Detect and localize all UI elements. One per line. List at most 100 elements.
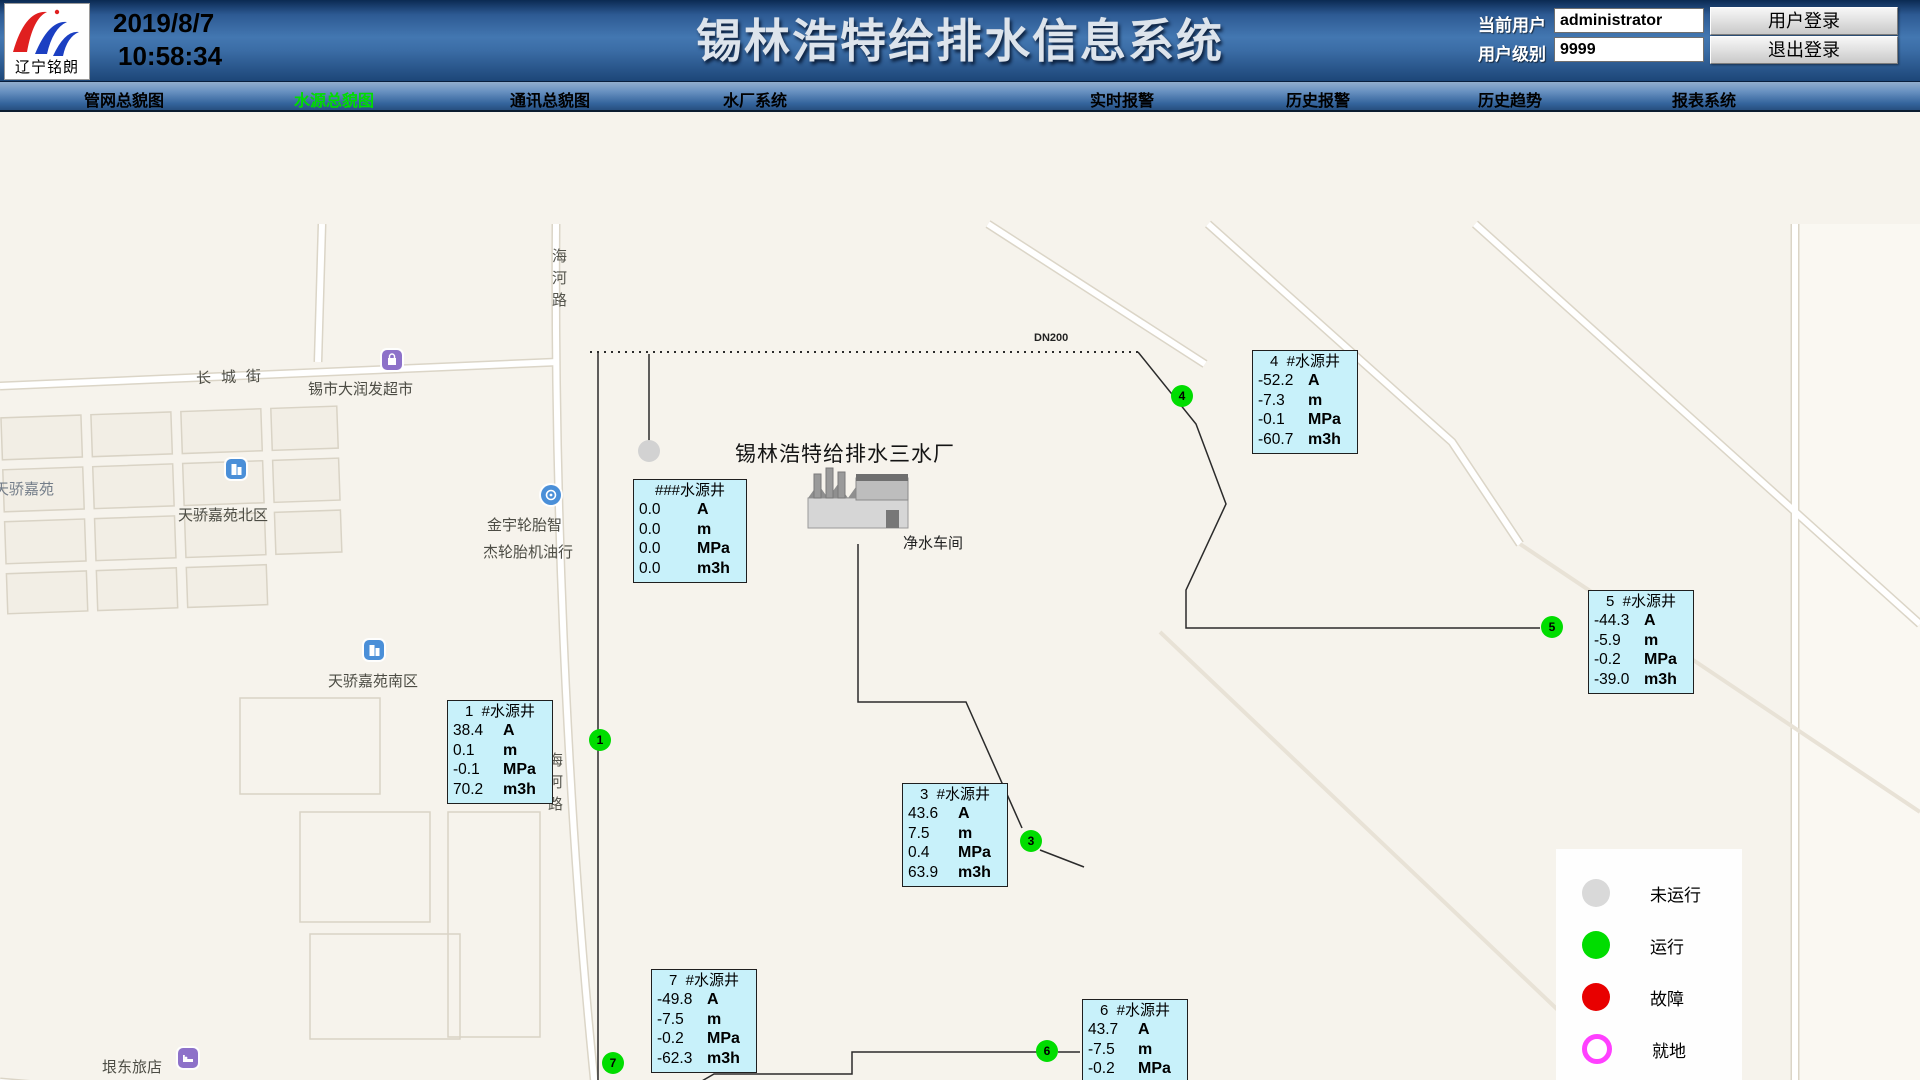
well-value: 0.0 — [639, 559, 697, 579]
legend-row: 故障 — [1582, 971, 1742, 1023]
poi-label-yindong-hotel: 垠东旅店 — [102, 1056, 162, 1077]
well-value: 63.9 — [908, 863, 958, 883]
pipe-diameter-label: DN200 — [1034, 332, 1068, 344]
well-value: 43.6 — [908, 804, 958, 824]
well-marker-stopped[interactable] — [638, 440, 660, 462]
well-data-box-4: 4 #水源井 -52.2A -7.3m -0.1MPa -60.7m3h — [1252, 350, 1358, 454]
well-box-title: 7 #水源井 — [657, 972, 751, 990]
well-unit: m — [1308, 391, 1352, 411]
well-data-box-1: 1 #水源井 38.4A 0.1m -0.1MPa 70.2m3h — [447, 700, 553, 804]
well-value: 0.1 — [453, 741, 503, 761]
app-window: 海河路 海河路 长城街 那达慕大街 锡林浩特烈士陵园 锡市大润发超市 天骄嘉苑 … — [0, 0, 1920, 1080]
nav-item-water-source-overview[interactable]: 水源总貌图 — [294, 87, 374, 111]
area-label-tianjiao: 天骄嘉苑 — [0, 478, 54, 499]
well-unit: m3h — [1644, 670, 1688, 690]
well-unit: m3h — [503, 780, 547, 800]
well-value: -49.8 — [657, 990, 707, 1010]
poi-label-jinyu-line1: 金宇轮胎智 — [487, 514, 562, 535]
date-display: 2019/8/7 — [113, 7, 222, 40]
poi-label-tianjiao-south: 天骄嘉苑南区 — [328, 670, 418, 691]
nav-item-water-plant-system[interactable]: 水厂系统 — [723, 87, 787, 111]
well-value: -7.5 — [657, 1010, 707, 1030]
well-marker-7[interactable]: 7 — [602, 1052, 624, 1074]
well-unit: m3h — [1308, 430, 1352, 450]
well-value: 0.4 — [908, 843, 958, 863]
tire-shop-icon — [541, 485, 561, 505]
logo-text: 辽宁铭朗 — [5, 56, 89, 77]
nav-item-report-system[interactable]: 报表系统 — [1672, 87, 1736, 111]
legend-row: 就地 — [1582, 1023, 1742, 1075]
well-marker-6[interactable]: 6 — [1036, 1040, 1058, 1062]
well-value: 0.0 — [639, 539, 697, 559]
time-display: 10:58:34 — [113, 40, 222, 73]
well-unit: MPa — [958, 843, 1002, 863]
current-user-label: 当前用户 — [1470, 11, 1546, 36]
user-level-label: 用户级别 — [1470, 40, 1546, 65]
well-value: -0.2 — [1594, 650, 1644, 670]
status-dot-stopped — [1582, 879, 1610, 907]
well-unit: m — [707, 1010, 751, 1030]
well-unit: m — [1138, 1040, 1182, 1060]
datetime-display: 2019/8/7 10:58:34 — [113, 7, 222, 73]
plant-room-label: 净水车间 — [903, 532, 963, 553]
well-marker-3[interactable]: 3 — [1020, 830, 1042, 852]
user-level-field[interactable] — [1554, 37, 1704, 62]
shopping-bag-icon — [382, 350, 402, 370]
well-unit: m3h — [707, 1049, 751, 1069]
well-unit: A — [958, 804, 1002, 824]
well-data-box-5: 5 #水源井 -44.3A -5.9m -0.2MPa -39.0m3h — [1588, 590, 1694, 694]
legend-row: 运行 — [1582, 919, 1742, 971]
well-unit: MPa — [503, 760, 547, 780]
status-dot-running — [1582, 931, 1610, 959]
well-value: -60.7 — [1258, 430, 1308, 450]
plant-title: 锡林浩特给排水三水厂 — [735, 438, 955, 468]
map-light-strip — [1799, 224, 1920, 1080]
well-value: -0.2 — [1088, 1059, 1138, 1079]
well-marker-5[interactable]: 5 — [1541, 616, 1563, 638]
well-value: 70.2 — [453, 780, 503, 800]
main-nav-bar: 管网总貌图 水源总貌图 通讯总貌图 水厂系统 实时报警 历史报警 历史趋势 报表… — [0, 82, 1920, 112]
map-canvas[interactable]: 海河路 海河路 长城街 那达慕大街 锡林浩特烈士陵园 锡市大润发超市 天骄嘉苑 … — [0, 112, 1920, 1080]
factory-icon — [808, 468, 908, 528]
well-unit: MPa — [1138, 1059, 1182, 1079]
nav-item-history-alarms[interactable]: 历史报警 — [1286, 87, 1350, 111]
well-unit: m — [697, 520, 741, 540]
building-blocks — [1, 406, 344, 614]
well-value: -39.0 — [1594, 670, 1644, 690]
well-marker-4[interactable]: 4 — [1171, 385, 1193, 407]
well-box-title: 3 #水源井 — [908, 786, 1002, 804]
well-unit: m3h — [697, 559, 741, 579]
poi-label-darunfa: 锡市大润发超市 — [308, 378, 413, 399]
nav-item-communication-overview[interactable]: 通讯总貌图 — [510, 87, 590, 111]
well-box-title: 1 #水源井 — [453, 703, 547, 721]
nav-item-pipe-network-overview[interactable]: 管网总貌图 — [84, 87, 164, 111]
logo-swoosh-icon — [5, 4, 89, 60]
well-unit: A — [707, 990, 751, 1010]
logout-button[interactable]: 退出登录 — [1710, 36, 1898, 64]
well-marker-1[interactable]: 1 — [589, 729, 611, 751]
well-value: -44.3 — [1594, 611, 1644, 631]
login-button[interactable]: 用户登录 — [1710, 7, 1898, 35]
building-icon — [226, 459, 246, 479]
building-icon — [364, 640, 384, 660]
well-box-title: ###水源井 — [639, 482, 741, 500]
well-value: 0.0 — [639, 500, 697, 520]
well-unit: MPa — [1644, 650, 1688, 670]
street-label-haihelu-north: 海河路 — [548, 248, 569, 314]
poi-label-jinyu-line2: 杰轮胎机油行 — [483, 541, 573, 562]
well-value: -7.5 — [1088, 1040, 1138, 1060]
nav-item-realtime-alarms[interactable]: 实时报警 — [1090, 87, 1154, 111]
well-unit: m — [1644, 631, 1688, 651]
well-value: -0.1 — [1258, 410, 1308, 430]
well-value: -62.3 — [657, 1049, 707, 1069]
current-user-field[interactable] — [1554, 8, 1704, 33]
well-unit: A — [697, 500, 741, 520]
well-unit: A — [503, 721, 547, 741]
well-unit: MPa — [697, 539, 741, 559]
well-value: -7.3 — [1258, 391, 1308, 411]
legend-label: 未运行 — [1650, 881, 1701, 906]
nav-item-history-trends[interactable]: 历史趋势 — [1478, 87, 1542, 111]
well-data-box-3: 3 #水源井 43.6A 7.5m 0.4MPa 63.9m3h — [902, 783, 1008, 887]
well-value: -0.2 — [657, 1029, 707, 1049]
well-value: -5.9 — [1594, 631, 1644, 651]
